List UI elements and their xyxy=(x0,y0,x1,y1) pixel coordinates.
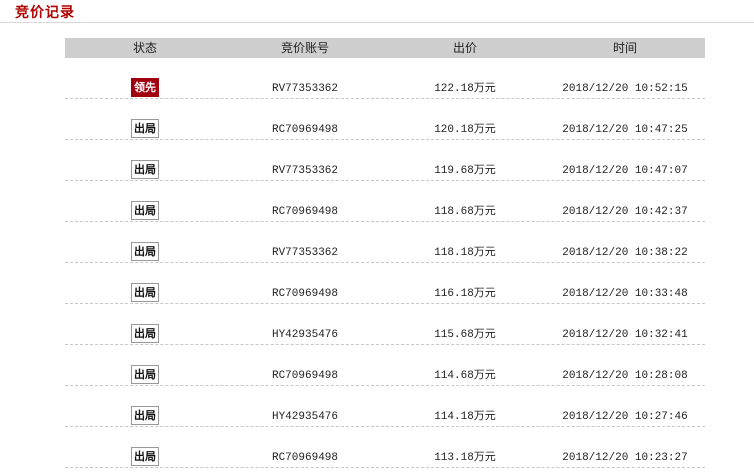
time-cell: 2018/12/20 10:27:46 xyxy=(562,411,688,423)
account-cell: RV77353362 xyxy=(271,247,338,259)
time-cell: 2018/12/20 10:47:25 xyxy=(562,124,688,136)
table-row: 出局 RC70969498 116.18万元 2018/12/20 10:33:48 xyxy=(65,263,705,304)
time-cell: 2018/12/20 10:23:27 xyxy=(562,452,688,464)
status-cell: 出局 xyxy=(65,283,225,303)
time-cell: 2018/12/20 10:47:07 xyxy=(562,165,688,177)
account-cell: RC70969498 xyxy=(271,206,338,218)
price-cell: 122.18万元 xyxy=(434,83,496,95)
status-badge-lead: 领先 xyxy=(131,78,159,97)
header-status: 状态 xyxy=(132,41,157,55)
section-title: 竞价记录 xyxy=(15,5,75,21)
status-badge-out: 出局 xyxy=(131,283,159,302)
status-cell: 领先 xyxy=(65,78,225,98)
account-cell: RC70969498 xyxy=(271,124,338,136)
header-account: 竞价账号 xyxy=(280,41,329,55)
time-cell: 2018/12/20 10:42:37 xyxy=(562,206,688,218)
status-cell: 出局 xyxy=(65,406,225,426)
header-price: 出价 xyxy=(452,41,477,55)
status-cell: 出局 xyxy=(65,365,225,385)
account-cell: RC70969498 xyxy=(271,288,338,300)
price-cell: 119.68万元 xyxy=(434,165,496,177)
table-body: 领先 RV77353362 122.18万元 2018/12/20 10:52:15 出… xyxy=(65,58,705,468)
table-row: 出局 HY42935476 115.68万元 2018/12/20 10:32:41 xyxy=(65,304,705,345)
account-cell: RV77353362 xyxy=(271,165,338,177)
table-header: 状态 竞价账号 出价 时间 xyxy=(65,38,705,58)
price-cell: 115.68万元 xyxy=(434,329,496,341)
header-time: 时间 xyxy=(612,41,637,55)
table-row: 出局 RC70969498 114.68万元 2018/12/20 10:28:08 xyxy=(65,345,705,386)
table-row: 出局 RC70969498 118.68万元 2018/12/20 10:42:37 xyxy=(65,181,705,222)
price-cell: 120.18万元 xyxy=(434,124,496,136)
status-badge-out: 出局 xyxy=(131,201,159,220)
status-cell: 出局 xyxy=(65,242,225,262)
account-cell: HY42935476 xyxy=(271,329,338,341)
status-badge-out: 出局 xyxy=(131,160,159,179)
table-row: 出局 RV77353362 119.68万元 2018/12/20 10:47:07 xyxy=(65,140,705,181)
price-cell: 114.68万元 xyxy=(434,370,496,382)
status-badge-out: 出局 xyxy=(131,242,159,261)
status-cell: 出局 xyxy=(65,160,225,180)
table-row: 出局 HY42935476 114.18万元 2018/12/20 10:27:46 xyxy=(65,386,705,427)
account-cell: HY42935476 xyxy=(271,411,338,423)
price-cell: 114.18万元 xyxy=(434,411,496,423)
status-badge-out: 出局 xyxy=(131,406,159,425)
status-cell: 出局 xyxy=(65,119,225,139)
price-cell: 116.18万元 xyxy=(434,288,496,300)
table-row: 出局 RV77353362 118.18万元 2018/12/20 10:38:22 xyxy=(65,222,705,263)
bid-record-table: 状态 竞价账号 出价 时间 领先 RV77353362 122.18万元 2018/1… xyxy=(65,38,705,468)
status-cell: 出局 xyxy=(65,447,225,467)
time-cell: 2018/12/20 10:28:08 xyxy=(562,370,688,382)
table-row: 出局 RC70969498 120.18万元 2018/12/20 10:47:25 xyxy=(65,99,705,140)
status-badge-out: 出局 xyxy=(131,365,159,384)
price-cell: 113.18万元 xyxy=(434,452,496,464)
account-cell: RC70969498 xyxy=(271,452,338,464)
price-cell: 118.68万元 xyxy=(434,206,496,218)
status-cell: 出局 xyxy=(65,201,225,221)
time-cell: 2018/12/20 10:38:22 xyxy=(562,247,688,259)
status-cell: 出局 xyxy=(65,324,225,344)
account-cell: RV77353362 xyxy=(271,83,338,95)
time-cell: 2018/12/20 10:52:15 xyxy=(562,83,688,95)
table-row: 领先 RV77353362 122.18万元 2018/12/20 10:52:15 xyxy=(65,58,705,99)
account-cell: RC70969498 xyxy=(271,370,338,382)
time-cell: 2018/12/20 10:33:48 xyxy=(562,288,688,300)
section-header: 竞价记录 xyxy=(0,0,754,23)
table-row: 出局 RC70969498 113.18万元 2018/12/20 10:23:27 xyxy=(65,427,705,468)
price-cell: 118.18万元 xyxy=(434,247,496,259)
time-cell: 2018/12/20 10:32:41 xyxy=(562,329,688,341)
status-badge-out: 出局 xyxy=(131,119,159,138)
status-badge-out: 出局 xyxy=(131,324,159,343)
status-badge-out: 出局 xyxy=(131,447,159,466)
